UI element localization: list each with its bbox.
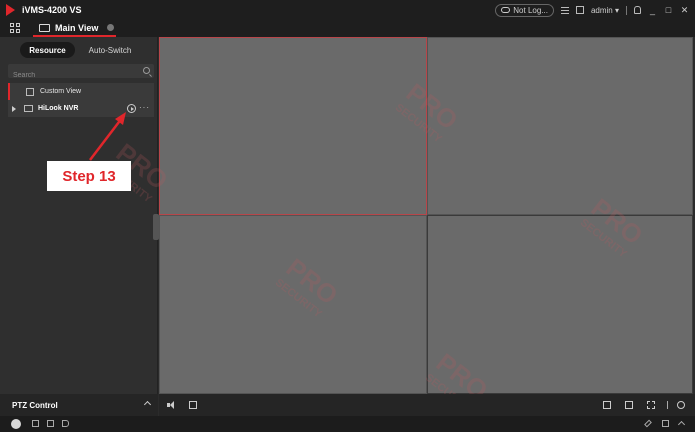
expand-caret-icon[interactable] — [12, 105, 16, 112]
pin-icon[interactable] — [644, 419, 652, 428]
live-view-area — [159, 37, 693, 394]
view-window-1[interactable] — [159, 37, 427, 215]
minimize-icon[interactable]: _ — [648, 5, 657, 15]
capture-icon[interactable] — [189, 401, 197, 409]
nvr-icon — [24, 105, 33, 112]
lock-icon[interactable] — [634, 6, 641, 14]
user-label: admin — [590, 5, 613, 15]
status-bar — [0, 416, 695, 432]
tree-item-label: HiLook NVR — [38, 105, 79, 112]
separator — [667, 401, 668, 409]
tab-close-icon[interactable] — [107, 24, 115, 31]
mute-icon[interactable] — [62, 420, 69, 427]
cloud-status-label: Not Log... — [513, 5, 548, 15]
step-label: Step 13 — [47, 161, 131, 191]
maximize-icon[interactable]: □ — [664, 5, 673, 15]
image-icon[interactable] — [575, 6, 584, 14]
tree-item-hilook-nvr[interactable]: HiLook NVR ··· — [8, 100, 154, 117]
app-title: iVMS-4200 VS — [22, 5, 82, 15]
resource-panel: Resource Auto-Switch Custom View HiLook … — [0, 37, 158, 394]
tab-main-view[interactable]: Main View — [33, 20, 116, 37]
tree-item-label: Custom View — [40, 88, 82, 95]
search-box — [8, 64, 154, 83]
cloud-icon — [501, 7, 511, 13]
picture-icon[interactable] — [47, 420, 54, 427]
ptz-label: PTZ Control — [12, 400, 58, 410]
view-toolbar — [159, 394, 695, 416]
view-window-2[interactable] — [427, 37, 693, 215]
separator — [626, 5, 627, 15]
trash-icon[interactable] — [32, 420, 39, 427]
search-input[interactable] — [8, 68, 136, 83]
menu-icon[interactable] — [560, 6, 569, 14]
restore-icon[interactable] — [662, 420, 669, 427]
chevron-up-icon[interactable] — [677, 420, 686, 429]
window-layout-icon[interactable] — [603, 401, 611, 409]
close-icon[interactable]: ✕ — [680, 5, 689, 16]
tab-main-view-label: Main View — [55, 22, 99, 33]
alarm-icon[interactable] — [11, 419, 21, 429]
speaker-icon[interactable] — [167, 401, 175, 409]
chevron-up-icon[interactable] — [143, 400, 152, 409]
panel-tabs: Resource Auto-Switch — [20, 42, 146, 58]
monitor-icon — [39, 23, 50, 32]
app-logo-icon — [6, 4, 15, 16]
tab-resource[interactable]: Resource — [20, 42, 75, 58]
ptz-control-bar[interactable]: PTZ Control — [0, 394, 158, 416]
fullscreen-icon[interactable] — [647, 401, 655, 409]
user-menu[interactable]: admin ▾ — [591, 6, 619, 15]
gear-icon[interactable] — [677, 401, 685, 409]
view-window-3[interactable] — [159, 215, 427, 394]
module-grid-icon[interactable] — [10, 23, 20, 33]
cloud-login-button[interactable]: Not Log... — [495, 3, 554, 17]
play-icon[interactable] — [127, 104, 136, 113]
tab-auto-switch[interactable]: Auto-Switch — [75, 42, 145, 58]
search-icon[interactable] — [143, 67, 150, 74]
tree-item-custom-view[interactable]: Custom View — [8, 83, 154, 100]
resource-tree: Custom View HiLook NVR ··· — [8, 83, 154, 117]
window-mode-icon[interactable] — [625, 401, 633, 409]
view-window-4[interactable] — [427, 215, 693, 394]
custom-view-icon — [26, 87, 34, 96]
title-bar: iVMS-4200 VS Not Log... admin ▾ _ □ ✕ — [0, 0, 695, 20]
more-icon[interactable]: ··· — [139, 103, 150, 112]
title-actions: Not Log... admin ▾ _ □ ✕ — [495, 3, 689, 17]
